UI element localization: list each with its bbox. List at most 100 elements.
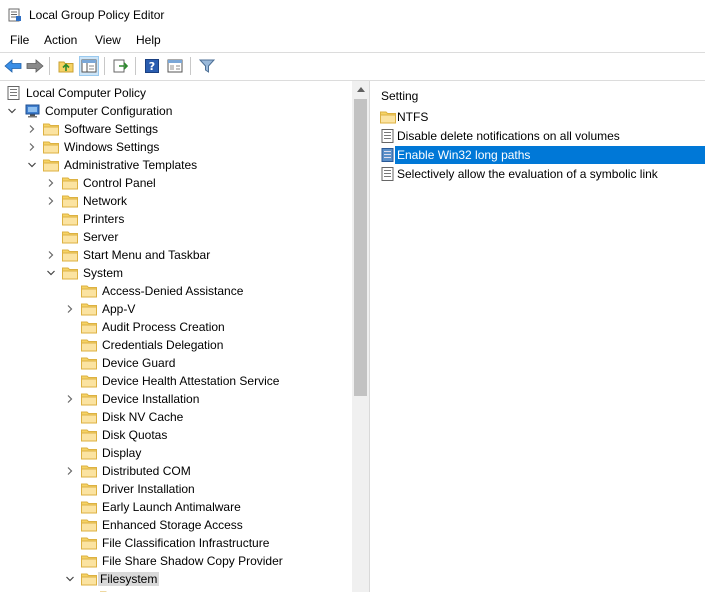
chevron-down-icon[interactable]: [27, 159, 37, 171]
back-icon: [4, 59, 22, 73]
tree-item-filesystem[interactable]: Filesystem: [0, 570, 352, 588]
tree-item-distributed-com[interactable]: Distributed COM: [0, 462, 352, 480]
tree-item-device-guard[interactable]: Device Guard: [0, 354, 352, 372]
policy-setting-icon: [381, 129, 394, 143]
tree-item-label: Enhanced Storage Access: [102, 518, 243, 532]
tree-item-app-v[interactable]: App-V: [0, 300, 352, 318]
folder-icon: [81, 483, 97, 496]
menu-file[interactable]: File: [8, 33, 31, 47]
console-tree-pane[interactable]: Local Computer Policy Computer Configura…: [0, 81, 370, 592]
folder-icon: [43, 123, 59, 136]
tree-item-audit-process-creation[interactable]: Audit Process Creation: [0, 318, 352, 336]
policy-setting-icon: [381, 148, 394, 162]
tree-item-label: Computer Configuration: [45, 104, 173, 118]
tree-item-label: Printers: [83, 212, 125, 226]
toolbar-separator: [49, 57, 50, 75]
chevron-right-icon[interactable]: [65, 303, 75, 315]
tree-item-access-denied-assistance[interactable]: Access-Denied Assistance: [0, 282, 352, 300]
toolbar-separator: [135, 57, 136, 75]
tree-item-disk-quotas[interactable]: Disk Quotas: [0, 426, 352, 444]
column-header-setting[interactable]: Setting: [381, 89, 418, 103]
filter-button[interactable]: [197, 56, 217, 76]
folder-icon: [62, 267, 78, 280]
chevron-down-icon[interactable]: [65, 573, 75, 585]
show-hide-console-tree-button[interactable]: [79, 56, 99, 76]
tree-item-administrative-templates[interactable]: Administrative Templates: [0, 156, 352, 174]
tree-item-label: Device Health Attestation Service: [102, 374, 280, 388]
tree-item-label: Start Menu and Taskbar: [83, 248, 211, 262]
tree-item-early-launch-antimalware[interactable]: Early Launch Antimalware: [0, 498, 352, 516]
tree-item-disk-nv-cache[interactable]: Disk NV Cache: [0, 408, 352, 426]
tree-item-label: Windows Settings: [64, 140, 160, 154]
list-item-selectively-allow-symbolic-link[interactable]: Selectively allow the evaluation of a sy…: [379, 165, 705, 183]
forward-button[interactable]: [25, 56, 45, 76]
list-item-label: Enable Win32 long paths: [397, 148, 531, 162]
tree-item-display[interactable]: Display: [0, 444, 352, 462]
chevron-right-icon[interactable]: [65, 465, 75, 477]
list-item-enable-win32-long-paths[interactable]: Enable Win32 long paths: [379, 146, 705, 164]
folder-icon: [81, 573, 97, 586]
tree-item-label: Device Installation: [102, 392, 200, 406]
folder-icon: [81, 501, 97, 514]
help-icon: ?: [145, 59, 159, 73]
tree-item-computer-configuration[interactable]: Computer Configuration: [0, 102, 352, 120]
tree-item-file-classification-infrastructure[interactable]: File Classification Infrastructure: [0, 534, 352, 552]
tree-item-printers[interactable]: Printers: [0, 210, 352, 228]
chevron-down-icon[interactable]: [46, 267, 56, 279]
menu-action[interactable]: Action: [42, 33, 79, 47]
tree-item-enhanced-storage-access[interactable]: Enhanced Storage Access: [0, 516, 352, 534]
export-list-button[interactable]: [111, 56, 131, 76]
menu-help[interactable]: Help: [134, 33, 163, 47]
menu-view[interactable]: View: [93, 33, 123, 47]
tree-vertical-scrollbar[interactable]: [352, 81, 369, 592]
tree-item-label: Network: [83, 194, 128, 208]
chevron-right-icon[interactable]: [46, 177, 56, 189]
list-item-label: NTFS: [397, 110, 429, 124]
tree-item-system[interactable]: System: [0, 264, 352, 282]
tree-item-credentials-delegation[interactable]: Credentials Delegation: [0, 336, 352, 354]
computer-icon: [25, 104, 40, 118]
back-button[interactable]: [3, 56, 23, 76]
tree-item-label: Control Panel: [83, 176, 156, 190]
folder-icon: [62, 195, 78, 208]
list-item-disable-delete-notifications[interactable]: Disable delete notifications on all volu…: [379, 127, 705, 145]
help-button[interactable]: ?: [142, 56, 162, 76]
up-one-level-button[interactable]: [56, 56, 76, 76]
folder-icon: [81, 537, 97, 550]
tree-item-driver-installation[interactable]: Driver Installation: [0, 480, 352, 498]
chevron-right-icon[interactable]: [27, 123, 37, 135]
properties-button[interactable]: [165, 56, 185, 76]
svg-text:?: ?: [149, 60, 155, 73]
tree-item-server[interactable]: Server: [0, 228, 352, 246]
chevron-down-icon[interactable]: [7, 105, 17, 117]
tree-item-start-menu-and-taskbar[interactable]: Start Menu and Taskbar: [0, 246, 352, 264]
list-item-ntfs[interactable]: NTFS: [379, 108, 705, 126]
tree-item-software-settings[interactable]: Software Settings: [0, 120, 352, 138]
tree-item-windows-settings[interactable]: Windows Settings: [0, 138, 352, 156]
toolbar: ?: [0, 53, 705, 79]
tree-item-label: Audit Process Creation: [102, 320, 225, 334]
folder-icon: [81, 429, 97, 442]
forward-icon: [26, 59, 44, 73]
folder-icon: [81, 357, 97, 370]
scrollbar-thumb[interactable]: [354, 99, 367, 396]
folder-icon: [62, 249, 78, 262]
tree-item-control-panel[interactable]: Control Panel: [0, 174, 352, 192]
tree-item-label: File Classification Infrastructure: [102, 536, 270, 550]
chevron-right-icon[interactable]: [65, 393, 75, 405]
tree-item-local-computer-policy[interactable]: Local Computer Policy: [0, 84, 352, 102]
chevron-right-icon[interactable]: [46, 195, 56, 207]
tree-item-device-health-attestation-service[interactable]: Device Health Attestation Service: [0, 372, 352, 390]
show-hide-tree-icon: [81, 59, 97, 73]
chevron-right-icon[interactable]: [46, 249, 56, 261]
list-item-label: Selectively allow the evaluation of a sy…: [397, 167, 658, 181]
tree-item-device-installation[interactable]: Device Installation: [0, 390, 352, 408]
group-policy-app-icon: [8, 8, 21, 22]
policy-setting-icon: [381, 167, 394, 181]
scroll-up-button[interactable]: [352, 81, 369, 98]
settings-list-pane[interactable]: Setting NTFS Disable delete notification…: [373, 81, 705, 592]
tree-item-file-share-shadow-copy-provider[interactable]: File Share Shadow Copy Provider: [0, 552, 352, 570]
tree-item-network[interactable]: Network: [0, 192, 352, 210]
chevron-right-icon[interactable]: [27, 141, 37, 153]
filter-icon: [199, 59, 215, 73]
